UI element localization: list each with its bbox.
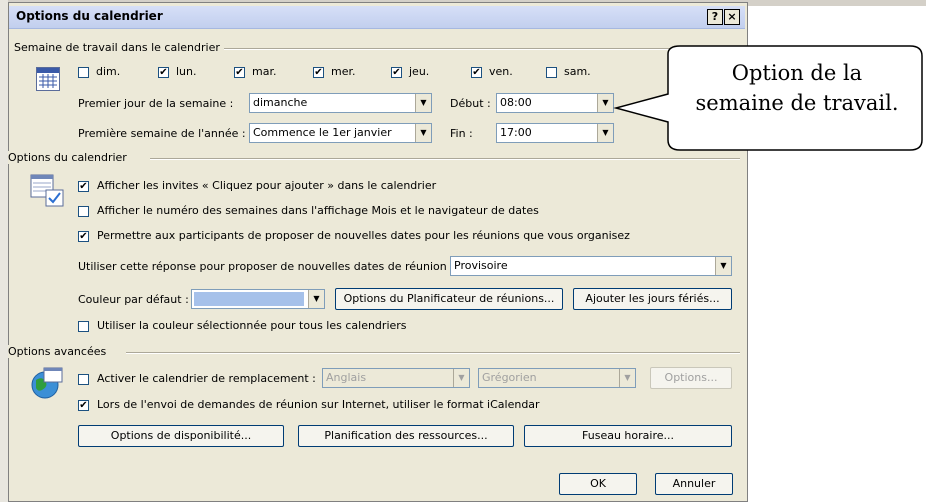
alt-calendar-checkbox[interactable] bbox=[78, 374, 89, 385]
chevron-down-icon[interactable]: ▼ bbox=[415, 124, 431, 142]
start-time-select[interactable]: 08:00 ▼ bbox=[496, 93, 614, 113]
day-label-3: mer. bbox=[331, 65, 356, 78]
globe-calendar-icon bbox=[30, 366, 64, 400]
alt-calendar-type-value: Grégorien bbox=[482, 371, 537, 384]
end-time-value: 17:00 bbox=[500, 126, 532, 139]
calendar-grid-icon bbox=[36, 67, 60, 91]
day-label-6: sam. bbox=[564, 65, 591, 78]
alt-options-button[interactable]: Options... bbox=[650, 367, 732, 389]
show-week-numbers-label: Afficher le numéro des semaines dans l'a… bbox=[97, 204, 539, 217]
first-day-label: Premier jour de la semaine : bbox=[78, 97, 234, 110]
use-color-all-checkbox[interactable] bbox=[78, 321, 89, 332]
first-day-value: dimanche bbox=[253, 96, 308, 109]
day-label-0: dim. bbox=[96, 65, 121, 78]
first-day-select[interactable]: dimanche ▼ bbox=[249, 93, 432, 113]
day-label-1: lun. bbox=[176, 65, 197, 78]
day-label-2: mar. bbox=[252, 65, 277, 78]
day-checkbox-3[interactable] bbox=[313, 67, 324, 78]
day-checkbox-1[interactable] bbox=[158, 67, 169, 78]
day-checkbox-5[interactable] bbox=[471, 67, 482, 78]
day-checkbox-0[interactable] bbox=[78, 67, 89, 78]
alt-language-value: Anglais bbox=[326, 371, 367, 384]
allow-propose-label: Permettre aux participants de proposer d… bbox=[97, 229, 630, 242]
show-invites-label: Afficher les invites « Cliquez pour ajou… bbox=[97, 179, 437, 192]
calendar-list-icon bbox=[30, 174, 66, 208]
response-label: Utiliser cette réponse pour proposer de … bbox=[78, 260, 454, 273]
background-app-edge bbox=[0, 0, 8, 502]
alt-calendar-label: Activer le calendrier de remplacement : bbox=[97, 372, 316, 385]
day-checkbox-2[interactable] bbox=[234, 67, 245, 78]
advanced-section-label: Options avancées bbox=[8, 345, 111, 358]
response-value: Provisoire bbox=[454, 259, 508, 272]
day-label-5: ven. bbox=[489, 65, 513, 78]
advanced-separator bbox=[126, 352, 740, 354]
icalendar-checkbox[interactable] bbox=[78, 400, 89, 411]
start-time-value: 08:00 bbox=[500, 96, 532, 109]
cancel-button[interactable]: Annuler bbox=[655, 473, 733, 495]
alt-calendar-type-select[interactable]: Grégorien ▼ bbox=[478, 368, 636, 388]
help-button[interactable]: ? bbox=[707, 9, 723, 25]
calendar-options-separator bbox=[150, 158, 740, 160]
first-week-label: Première semaine de l'année : bbox=[78, 127, 246, 140]
chevron-down-icon[interactable]: ▼ bbox=[308, 290, 324, 308]
icalendar-label: Lors de l'envoi de demandes de réunion s… bbox=[97, 398, 540, 411]
meeting-planner-options-button[interactable]: Options du Planificateur de réunions... bbox=[335, 288, 563, 310]
calendar-options-section-label: Options du calendrier bbox=[8, 151, 131, 164]
show-week-numbers-checkbox[interactable] bbox=[78, 206, 89, 217]
end-time-select[interactable]: 17:00 ▼ bbox=[496, 123, 614, 143]
time-zone-button[interactable]: Fuseau horaire... bbox=[524, 425, 732, 447]
chevron-down-icon[interactable]: ▼ bbox=[715, 257, 731, 275]
day-checkbox-4[interactable] bbox=[391, 67, 402, 78]
ok-button[interactable]: OK bbox=[559, 473, 637, 495]
chevron-down-icon[interactable]: ▼ bbox=[415, 94, 431, 112]
resource-scheduling-button[interactable]: Planification des ressources... bbox=[298, 425, 514, 447]
callout-line-2: semaine de travail. bbox=[695, 91, 899, 115]
alt-language-select[interactable]: Anglais ▼ bbox=[322, 368, 470, 388]
response-select[interactable]: Provisoire ▼ bbox=[450, 256, 732, 276]
color-swatch bbox=[194, 292, 304, 306]
end-time-label: Fin : bbox=[450, 127, 473, 140]
workweek-section-label: Semaine de travail dans le calendrier bbox=[14, 41, 224, 54]
allow-propose-checkbox[interactable] bbox=[78, 231, 89, 242]
default-color-select[interactable]: ▼ bbox=[191, 289, 325, 309]
day-checkbox-6[interactable] bbox=[546, 67, 557, 78]
use-color-all-label: Utiliser la couleur sélectionnée pour to… bbox=[97, 319, 407, 332]
start-time-label: Début : bbox=[450, 97, 491, 110]
availability-options-button[interactable]: Options de disponibilité... bbox=[78, 425, 284, 447]
chevron-down-icon[interactable]: ▼ bbox=[453, 369, 469, 387]
first-week-value: Commence le 1er janvier bbox=[253, 126, 392, 139]
add-holidays-button[interactable]: Ajouter les jours fériés... bbox=[573, 288, 732, 310]
callout-text: Option de la semaine de travail. bbox=[672, 58, 922, 118]
default-color-label: Couleur par défaut : bbox=[78, 293, 189, 306]
show-invites-checkbox[interactable] bbox=[78, 181, 89, 192]
callout-line-1: Option de la bbox=[731, 61, 863, 85]
first-week-select[interactable]: Commence le 1er janvier ▼ bbox=[249, 123, 432, 143]
dialog-title: Options du calendrier bbox=[16, 9, 163, 23]
chevron-down-icon[interactable]: ▼ bbox=[619, 369, 635, 387]
close-button[interactable]: × bbox=[724, 9, 740, 25]
day-label-4: jeu. bbox=[409, 65, 430, 78]
